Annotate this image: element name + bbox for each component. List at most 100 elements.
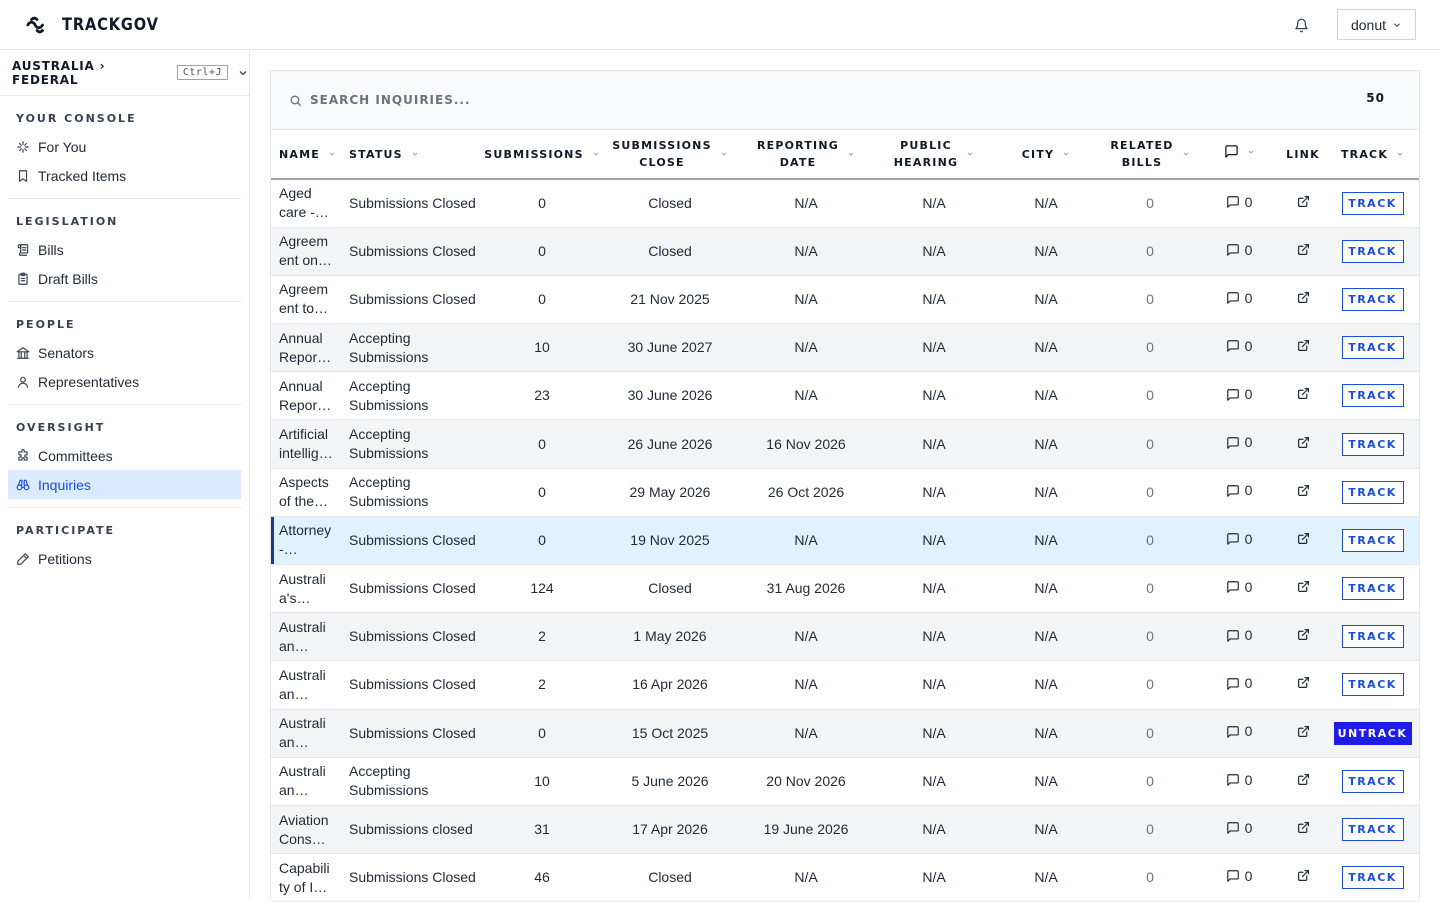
inquiry-name[interactable]: Australi an… (271, 613, 341, 661)
external-link-icon[interactable] (1297, 387, 1310, 400)
sidebar-item-inquiries[interactable]: Inquiries (8, 470, 241, 499)
comments-cell[interactable]: 0 (1198, 613, 1280, 661)
comments-cell[interactable]: 0 (1198, 227, 1280, 275)
external-link-icon[interactable] (1297, 291, 1310, 304)
col-name-header[interactable]: NAME (271, 130, 341, 179)
track-button[interactable]: TRACK (1341, 432, 1404, 456)
inquiry-name[interactable]: Annual Repor… (271, 372, 341, 420)
sidebar-item-senators[interactable]: Senators (8, 338, 241, 367)
inquiry-name[interactable]: Agreem ent on… (271, 227, 341, 275)
comments-cell[interactable]: 0 (1198, 661, 1280, 709)
external-link-icon[interactable] (1297, 339, 1310, 352)
table-row[interactable]: Artificial intellig… Accepting Submissions… (271, 419, 1419, 469)
external-link-icon[interactable] (1297, 725, 1310, 738)
inquiry-name[interactable]: Annual Repor… (271, 324, 341, 372)
col-comments-header[interactable] (1198, 130, 1280, 179)
track-button[interactable]: TRACK (1341, 480, 1404, 504)
track-button[interactable]: TRACK (1341, 625, 1404, 649)
col-related-bills-header[interactable]: RELATED BILLS (1102, 130, 1198, 179)
inquiry-name[interactable]: Capabili ty of I… (271, 854, 341, 902)
app-logo[interactable]: TRACKGOV (26, 14, 175, 36)
track-button[interactable]: TRACK (1341, 769, 1404, 793)
table-row[interactable]: Capabili ty of I… Submissions Closed 46 C… (271, 854, 1419, 902)
table-row[interactable]: Agreem ent to… Submissions Closed 0 21 No… (271, 275, 1419, 324)
external-link-icon[interactable] (1297, 676, 1310, 689)
table-row[interactable]: Annual Repor… Accepting Submissions 10 30 … (271, 323, 1419, 372)
external-link-icon[interactable] (1297, 436, 1310, 449)
inquiry-name[interactable]: Australi an… (271, 661, 341, 709)
track-button[interactable]: TRACK (1341, 191, 1404, 215)
external-link-icon[interactable] (1297, 195, 1310, 208)
sidebar-item-bills[interactable]: Bills (8, 235, 241, 264)
table-row[interactable]: Australi an… Submissions Closed 2 16 Apr … (271, 661, 1419, 710)
notifications-button[interactable] (1291, 15, 1311, 35)
track-button[interactable]: TRACK (1341, 577, 1404, 601)
comments-cell[interactable]: 0 (1198, 516, 1280, 564)
inquiry-name[interactable]: Agreem ent to… (271, 275, 341, 323)
table-row[interactable]: Agreem ent on… Submissions Closed 0 Close… (271, 227, 1419, 276)
comments-cell[interactable]: 0 (1198, 324, 1280, 372)
track-button[interactable]: TRACK (1341, 528, 1404, 552)
inquiry-name[interactable]: Aviation Cons… (271, 805, 341, 853)
inquiry-name[interactable]: Artificial intellig… (271, 420, 341, 468)
comments-cell[interactable]: 0 (1198, 468, 1280, 516)
table-row[interactable]: Australi an… Submissions Closed 2 1 May 2… (271, 612, 1419, 661)
comments-cell[interactable]: 0 (1198, 420, 1280, 468)
jurisdiction-selector[interactable]: AUSTRALIA › FEDERAL Ctrl+J (0, 50, 249, 96)
inquiry-name[interactable]: Attorney -… (271, 516, 341, 564)
table-row[interactable]: Annual Repor… Accepting Submissions 23 30 … (271, 372, 1419, 420)
sidebar-item-representatives[interactable]: Representatives (8, 367, 241, 396)
track-button[interactable]: TRACK (1341, 336, 1404, 360)
inquiry-name[interactable]: Aged care -… (271, 179, 341, 227)
table-row[interactable]: Australi an… Submissions Closed 0 15 Oct … (271, 709, 1419, 758)
search-input[interactable] (310, 93, 910, 107)
external-link-icon[interactable] (1297, 773, 1310, 786)
comments-cell[interactable]: 0 (1198, 757, 1280, 805)
track-button[interactable]: TRACK (1341, 384, 1404, 408)
track-button[interactable]: TRACK (1341, 239, 1404, 263)
sidebar-item-committees[interactable]: Committees (8, 441, 241, 470)
inquiry-name[interactable]: Australi an… (271, 757, 341, 805)
external-link-icon[interactable] (1297, 532, 1310, 545)
comments-cell[interactable]: 0 (1198, 372, 1280, 420)
table-row[interactable]: Australi an… Accepting Submissions 10 5 Ju… (271, 757, 1419, 806)
city: N/A (1034, 821, 1058, 838)
sidebar-item-draft-bills[interactable]: Draft Bills (8, 264, 241, 293)
comments-cell[interactable]: 0 (1198, 565, 1280, 613)
track-button[interactable]: TRACK (1341, 673, 1404, 697)
col-reporting-date-header[interactable]: REPORTING DATE (734, 130, 878, 179)
external-link-icon[interactable] (1297, 628, 1310, 641)
comments-cell[interactable]: 0 (1198, 179, 1280, 227)
table-row[interactable]: Australi a's… Submissions Closed 124 Clos… (271, 565, 1419, 613)
track-button[interactable]: TRACK (1341, 866, 1404, 890)
external-link-icon[interactable] (1297, 484, 1310, 497)
track-button[interactable]: TRACK (1341, 287, 1404, 311)
inquiry-name[interactable]: Australi a's… (271, 565, 341, 613)
user-menu-button[interactable]: donut (1337, 9, 1416, 40)
col-status-header[interactable]: STATUS (341, 130, 478, 179)
table-row[interactable]: Aged care -… Submissions Closed 0 Closed … (271, 179, 1419, 228)
col-public-hearing-header[interactable]: PUBLIC HEARING (878, 130, 990, 179)
sidebar-item-tracked-items[interactable]: Tracked Items (8, 161, 241, 190)
external-link-icon[interactable] (1297, 580, 1310, 593)
track-button[interactable]: TRACK (1341, 818, 1404, 842)
sidebar-item-petitions[interactable]: Petitions (8, 544, 241, 573)
col-city-header[interactable]: CITY (990, 130, 1102, 179)
col-submissions-header[interactable]: SUBMISSIONS (478, 130, 606, 179)
inquiry-name[interactable]: Aspects of the… (271, 468, 341, 516)
col-track-header[interactable]: TRACK (1326, 130, 1419, 179)
table-row[interactable]: Aspects of the… Accepting Submissions 0 29… (271, 468, 1419, 517)
comments-cell[interactable]: 0 (1198, 854, 1280, 902)
comments-cell[interactable]: 0 (1198, 275, 1280, 323)
comments-cell[interactable]: 0 (1198, 805, 1280, 853)
sidebar-item-for-you[interactable]: For You (8, 132, 241, 161)
inquiry-name[interactable]: Australi an… (271, 709, 341, 757)
table-row[interactable]: Attorney -… Submissions Closed 0 19 Nov 2… (271, 516, 1419, 565)
external-link-icon[interactable] (1297, 243, 1310, 256)
external-link-icon[interactable] (1297, 821, 1310, 834)
table-row[interactable]: Aviation Cons… Submissions closed 31 17 A… (271, 805, 1419, 854)
col-submissions-close-header[interactable]: SUBMISSIONS CLOSE (606, 130, 734, 179)
comments-cell[interactable]: 0 (1198, 709, 1280, 757)
untrack-button[interactable]: UNTRACK (1333, 721, 1412, 745)
external-link-icon[interactable] (1297, 869, 1310, 882)
